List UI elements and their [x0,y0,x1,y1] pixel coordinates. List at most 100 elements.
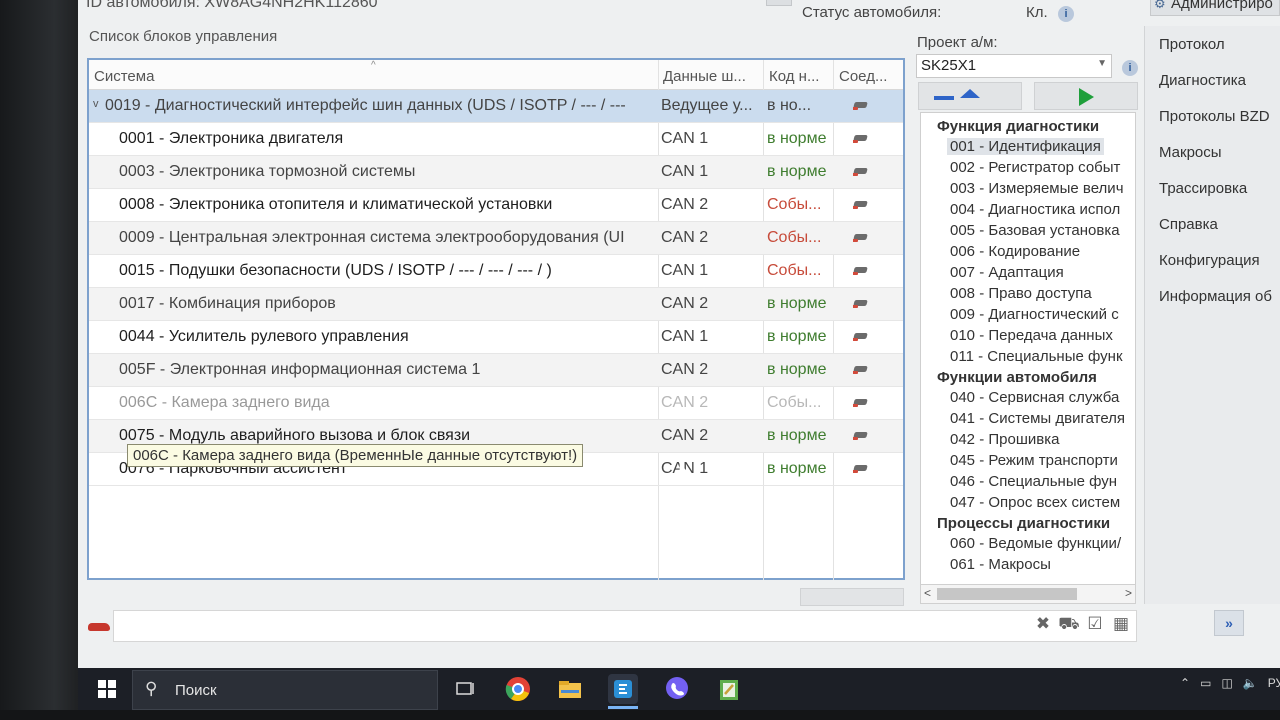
vehicle-tool-icon[interactable]: ⛟ [1058,614,1080,634]
project-select[interactable]: SK25X1 ▼ [916,54,1112,78]
connection-cell [853,296,883,314]
table-row[interactable]: 0009 - Центральная электронная система э… [89,222,903,255]
car-icon[interactable] [88,620,110,632]
function-item[interactable]: 042 - Прошивка [950,431,1059,448]
diagnostic-app-icon[interactable] [608,674,638,704]
function-item[interactable]: 060 - Ведомые функции/ [950,535,1121,552]
menu-item-protocol[interactable]: Протокол [1159,36,1225,53]
connection-cell [853,428,883,446]
menu-item-macros[interactable]: Макросы [1159,144,1222,161]
viber-icon[interactable] [662,674,692,704]
diagnostic-functions-tree: Функция диагностики 001 - Идентификация … [920,112,1136,604]
function-item[interactable]: 011 - Специальные функ [950,348,1123,365]
chevron-down-icon[interactable]: v [93,98,99,110]
function-group-title: Функция диагностики [937,118,1100,135]
connection-cell [853,164,883,182]
bus-cell: CAN 1 [661,328,709,345]
clear-icon[interactable]: ✖ [1032,614,1054,634]
expand-button[interactable]: » [1214,610,1244,636]
chrome-icon[interactable] [503,674,533,704]
function-item[interactable]: 007 - Адаптация [950,264,1064,281]
function-item[interactable]: 004 - Диагностика испол [950,201,1120,218]
function-item[interactable]: 002 - Регистратор событ [950,159,1120,176]
search-placeholder: Поиск [175,682,217,699]
admin-button[interactable]: ⚙ Администриро [1150,0,1280,16]
scroll-thumb[interactable] [937,588,1077,600]
function-item[interactable]: 009 - Диагностический с [950,306,1119,323]
code-cell: в норме [767,427,827,444]
table-row[interactable]: v 0019 - Диагностический интерфейс шин д… [89,90,903,123]
bus-cell: CAN 2 [661,229,709,246]
toolbar: ✖ ⛟ ☑ ▦ [1032,614,1136,634]
taskbar-search[interactable]: ⚲ Поиск [132,670,438,710]
table-row[interactable]: 006C - Камера заднего вида CAN 2 Собы... [89,387,903,420]
connection-cell [853,362,883,380]
column-header-bus-data[interactable]: Данные ш... [663,68,759,85]
system-cell: 0017 - Комбинация приборов [119,295,336,312]
info-icon[interactable]: i [1122,60,1138,76]
chevron-up-icon[interactable]: ⌃ [1180,676,1190,690]
function-item[interactable]: 046 - Специальные фун [950,473,1117,490]
chevron-down-icon: ▼ [1097,58,1107,69]
menu-item-help[interactable]: Справка [1159,216,1218,233]
column-header-connection[interactable]: Соед... [839,68,901,85]
vehicle-status-value: Кл. [1026,4,1048,21]
code-cell: в норме [767,130,827,147]
vehicle-status-label: Статус автомобиля: [802,4,942,21]
search-icon: ⚲ [145,679,158,698]
function-item[interactable]: 003 - Измеряемые велич [950,180,1124,197]
function-item[interactable]: 008 - Право доступа [950,285,1092,302]
grid-icon[interactable]: ▦ [1110,614,1132,634]
table-row[interactable]: 0003 - Электроника тормозной системы CAN… [89,156,903,189]
windows-start-icon[interactable] [98,680,116,698]
language-indicator[interactable]: РУС [1268,676,1280,690]
function-item[interactable]: 061 - Макросы [950,556,1051,573]
system-tray: ⌃ ▭ ◫ 🔈 РУС [1180,676,1280,690]
table-row[interactable]: 0015 - Подушки безопасности (UDS / ISOTP… [89,255,903,288]
eject-icon-bar [934,96,954,100]
checklist-icon[interactable]: ☑ [1084,614,1106,634]
notepad-app-icon[interactable] [714,674,744,704]
code-cell: Собы... [767,229,822,246]
column-header-system[interactable]: Система [94,68,274,85]
file-explorer-icon[interactable] [555,674,585,704]
functions-hscrollbar[interactable]: < > [920,584,1136,604]
system-cell: 0044 - Усилитель рулевого управления [119,328,409,345]
network-icon[interactable]: ◫ [1221,676,1232,690]
bus-cell: CAN 2 [661,394,709,411]
code-cell: Собы... [767,262,822,279]
battery-icon[interactable]: ▭ [1200,676,1211,690]
eject-icon [960,89,980,98]
menu-item-diagnostics[interactable]: Диагностика [1159,72,1246,89]
scroll-left-icon[interactable]: < [924,586,931,600]
volume-icon[interactable]: 🔈 [1243,676,1258,690]
table-scrollbar[interactable] [800,588,904,606]
function-item[interactable]: 005 - Базовая установка [950,222,1120,239]
code-cell: в норме [767,163,827,180]
menu-item-information[interactable]: Информация об [1159,288,1272,305]
table-row[interactable]: 0008 - Электроника отопителя и климатиче… [89,189,903,222]
vehicle-id-label: ID автомобиля: XW8AG4NH2HK112860 [86,0,378,11]
function-item[interactable]: 006 - Кодирование [950,243,1080,260]
table-row[interactable]: 005F - Электронная информационная систем… [89,354,903,387]
menu-item-tracing[interactable]: Трассировка [1159,180,1247,197]
eject-button[interactable] [918,82,1022,110]
function-item[interactable]: 001 - Идентификация [947,138,1104,155]
function-item[interactable]: 047 - Опрос всех систем [950,494,1120,511]
table-row[interactable]: 0044 - Усилитель рулевого управления CAN… [89,321,903,354]
table-row[interactable]: 0017 - Комбинация приборов CAN 2 в норме [89,288,903,321]
task-view-icon[interactable] [450,674,480,704]
scroll-right-icon[interactable]: > [1125,586,1132,600]
function-item[interactable]: 040 - Сервисная служба [950,389,1119,406]
start-button[interactable] [1034,82,1138,110]
connector-icon [853,198,869,210]
menu-item-configuration[interactable]: Конфигурация [1159,252,1260,269]
info-icon[interactable]: i [1058,6,1074,22]
column-header-fault-code[interactable]: Код н... [769,68,833,85]
header-button[interactable] [766,0,792,6]
menu-item-bzd-protocols[interactable]: Протоколы BZD [1159,108,1270,125]
function-item[interactable]: 045 - Режим транспорти [950,452,1118,469]
table-row[interactable]: 0001 - Электроника двигателя CAN 1 в нор… [89,123,903,156]
function-item[interactable]: 010 - Передача данных [950,327,1113,344]
function-item[interactable]: 041 - Системы двигателя [950,410,1125,427]
